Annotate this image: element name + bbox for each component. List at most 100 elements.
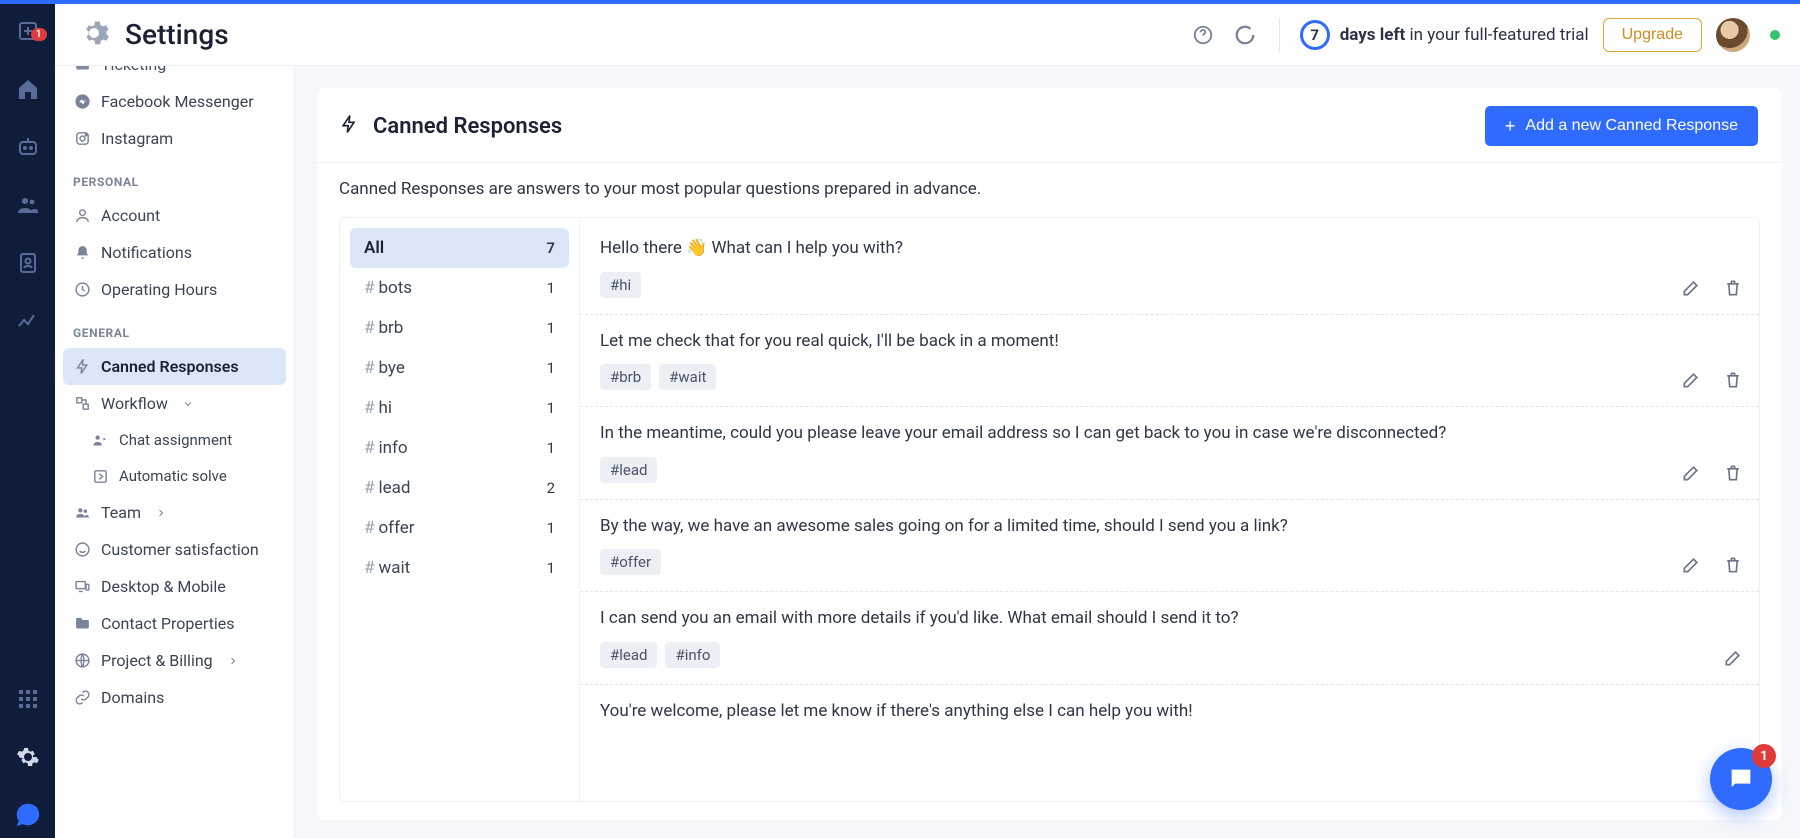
- sidebar-item-label: Contact Properties: [101, 614, 235, 633]
- sidebar-item-account[interactable]: Account: [63, 197, 286, 234]
- response-actions: [1681, 555, 1743, 579]
- hash-icon: #: [364, 358, 374, 378]
- sidebar-item-contact-properties[interactable]: Contact Properties: [63, 605, 286, 642]
- plus-icon: +: [1505, 117, 1516, 135]
- main-panel: Canned Responses + Add a new Canned Resp…: [295, 66, 1800, 838]
- sidebar-item-canned-responses[interactable]: Canned Responses: [63, 348, 286, 385]
- sidebar-item-team[interactable]: Team: [63, 494, 286, 531]
- response-tags: #lead #info: [600, 642, 1739, 668]
- tag-filter-hi[interactable]: #hi1: [350, 388, 569, 428]
- tags-column: All7#bots1#brb1#bye1#hi1#info1#lead2#off…: [340, 218, 580, 801]
- sidebar-item-desktop-mobile[interactable]: Desktop & Mobile: [63, 568, 286, 605]
- inbox-badge: 1: [31, 28, 47, 41]
- sidebar-item-label: Domains: [101, 688, 164, 707]
- tag-count: 1: [547, 399, 555, 417]
- response-tags: #brb #wait: [600, 364, 1739, 390]
- refresh-icon[interactable]: [1231, 21, 1259, 49]
- sidebar-item-project-billing[interactable]: Project & Billing: [63, 642, 286, 679]
- sidebar-item-label: Ticketing: [101, 66, 166, 74]
- sidebar-item-label: Chat assignment: [119, 431, 232, 449]
- sidebar-item-label: Operating Hours: [101, 280, 217, 299]
- response-text: You're welcome, please let me know if th…: [600, 699, 1739, 725]
- response-tag[interactable]: #lead: [600, 457, 657, 483]
- header-divider: [1279, 18, 1280, 52]
- tag-filter-info[interactable]: #info1: [350, 428, 569, 468]
- tag-count: 1: [547, 519, 555, 537]
- bolt-icon: [73, 358, 91, 376]
- tag-filter-lead[interactable]: #lead2: [350, 468, 569, 508]
- tag-filter-bye[interactable]: #bye1: [350, 348, 569, 388]
- chat-widget-button[interactable]: 1: [1710, 748, 1772, 810]
- response-tag[interactable]: #lead: [600, 642, 657, 668]
- upgrade-button[interactable]: Upgrade: [1603, 18, 1702, 52]
- add-canned-response-button[interactable]: + Add a new Canned Response: [1485, 106, 1758, 146]
- tag-filter-offer[interactable]: #offer1: [350, 508, 569, 548]
- response-text: Hello there 👋 What can I help you with?: [600, 236, 1739, 262]
- tag-count: 1: [547, 439, 555, 457]
- canned-response-item: I can send you an email with more detail…: [580, 592, 1759, 685]
- tag-count: 1: [547, 359, 555, 377]
- tag-filter-brb[interactable]: #brb1: [350, 308, 569, 348]
- avatar[interactable]: [1716, 18, 1750, 52]
- chevron-right-icon: [155, 507, 167, 519]
- sidebar-item-ticketing[interactable]: Ticketing: [63, 66, 286, 83]
- sidebar-item-customer-satisfaction[interactable]: Customer satisfaction: [63, 531, 286, 568]
- icon-rail: 1: [0, 4, 55, 838]
- edit-icon[interactable]: [1681, 370, 1701, 394]
- bell-icon: [73, 244, 91, 262]
- sidebar-item-label: Customer satisfaction: [101, 540, 259, 559]
- sidebar-item-operating-hours[interactable]: Operating Hours: [63, 271, 286, 308]
- edit-icon[interactable]: [1723, 648, 1743, 672]
- hash-icon: #: [364, 558, 374, 578]
- sidebar-item-chat-assignment[interactable]: Chat assignment: [63, 422, 286, 458]
- brand-logo-icon[interactable]: [13, 800, 43, 830]
- sidebar-item-label: Automatic solve: [119, 467, 227, 485]
- delete-icon[interactable]: [1723, 463, 1743, 487]
- edit-icon[interactable]: [1681, 555, 1701, 579]
- sidebar-item-workflow[interactable]: Workflow: [63, 385, 286, 422]
- sidebar-section-personal: PERSONAL: [63, 157, 286, 197]
- canned-response-item: Let me check that for you real quick, I'…: [580, 315, 1759, 408]
- sidebar-item-instagram[interactable]: Instagram: [63, 120, 286, 157]
- delete-icon[interactable]: [1723, 370, 1743, 394]
- sidebar-item-notifications[interactable]: Notifications: [63, 234, 286, 271]
- sidebar-item-facebook-messenger[interactable]: Facebook Messenger: [63, 83, 286, 120]
- inbox-icon[interactable]: 1: [13, 16, 43, 46]
- sidebar-item-automatic-solve[interactable]: Automatic solve: [63, 458, 286, 494]
- ticketing-icon: [73, 66, 91, 74]
- canned-response-item: Hello there 👋 What can I help you with? #…: [580, 222, 1759, 315]
- edit-icon[interactable]: [1681, 278, 1701, 302]
- tag-filter-wait[interactable]: #wait1: [350, 548, 569, 588]
- panel-description: Canned Responses are answers to your mos…: [317, 163, 1782, 217]
- tag-filter-bots[interactable]: #bots1: [350, 268, 569, 308]
- analytics-icon[interactable]: [13, 306, 43, 336]
- delete-icon[interactable]: [1723, 555, 1743, 579]
- hash-icon: #: [364, 518, 374, 538]
- response-tag[interactable]: #offer: [600, 549, 661, 575]
- response-tag[interactable]: #hi: [600, 272, 641, 298]
- response-tag[interactable]: #wait: [659, 364, 716, 390]
- apps-icon[interactable]: [13, 684, 43, 714]
- response-text: Let me check that for you real quick, I'…: [600, 329, 1739, 355]
- sidebar-item-domains[interactable]: Domains: [63, 679, 286, 716]
- home-icon[interactable]: [13, 74, 43, 104]
- responses-column: Hello there 👋 What can I help you with? #…: [580, 218, 1759, 801]
- settings-icon[interactable]: [13, 742, 43, 772]
- tag-filter-all[interactable]: All7: [350, 228, 569, 268]
- response-tag[interactable]: #info: [665, 642, 720, 668]
- canned-responses-card: Canned Responses + Add a new Canned Resp…: [317, 88, 1782, 820]
- help-icon[interactable]: [1189, 21, 1217, 49]
- tag-count: 1: [547, 319, 555, 337]
- days-left-count: 7: [1300, 20, 1330, 50]
- sidebar-item-label: Workflow: [101, 394, 168, 413]
- edit-icon[interactable]: [1681, 463, 1701, 487]
- globe-icon: [73, 652, 91, 670]
- response-tag[interactable]: #brb: [600, 364, 651, 390]
- contacts-icon[interactable]: [13, 248, 43, 278]
- delete-icon[interactable]: [1723, 278, 1743, 302]
- account-icon: [73, 207, 91, 225]
- hash-icon: #: [364, 278, 374, 298]
- bot-icon[interactable]: [13, 132, 43, 162]
- visitors-icon[interactable]: [13, 190, 43, 220]
- clock-icon: [73, 281, 91, 299]
